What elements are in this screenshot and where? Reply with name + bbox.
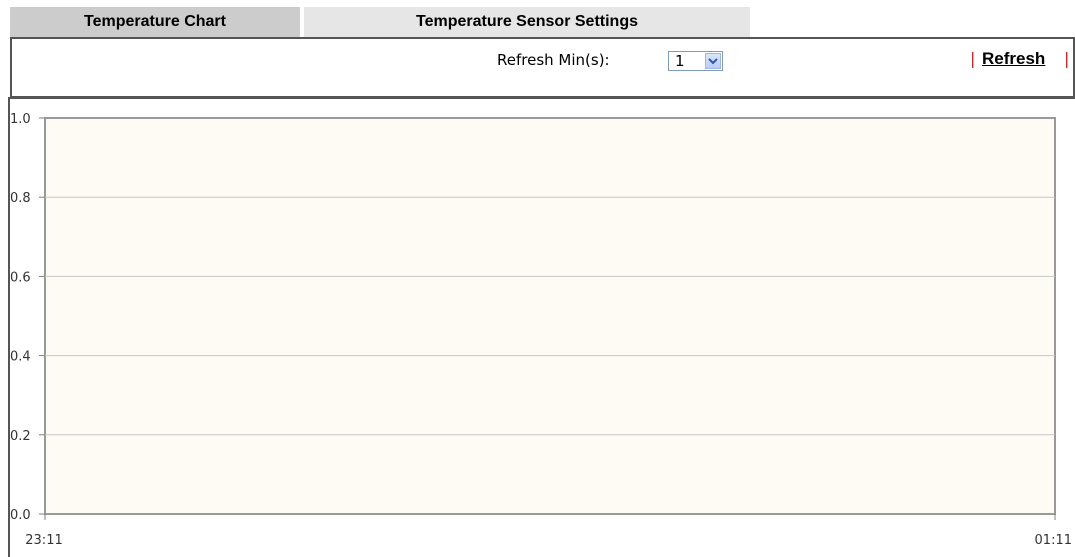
plot-area [44, 117, 1056, 515]
chart-canvas: 0.0 0.2 0.4 0.6 0.8 1.0 23:11 01:11 [10, 112, 1072, 548]
tab-temperature-sensor-settings[interactable]: Temperature Sensor Settings [304, 7, 750, 37]
tab-temperature-chart[interactable]: Temperature Chart [10, 7, 300, 37]
tab-bar: Temperature Chart Temperature Sensor Set… [10, 7, 750, 37]
y-tick-label: 0.6 [10, 270, 31, 285]
y-tick-label: 0.4 [10, 350, 31, 365]
chevron-down-icon[interactable] [705, 53, 721, 69]
y-tick-label: 1.0 [10, 112, 31, 127]
refresh-interval-value: 1 [675, 52, 685, 70]
separator: | [970, 49, 976, 68]
y-tick-label: 0.8 [10, 191, 31, 206]
refresh-toolbar: Refresh Min(s): 1 | Refresh | [10, 37, 1075, 98]
refresh-interval-label: Refresh Min(s): [497, 51, 610, 69]
y-tick-label: 0.2 [10, 429, 31, 444]
separator: | [1064, 49, 1070, 68]
refresh-interval-select[interactable]: 1 [668, 51, 723, 71]
temperature-chart: 0.0 0.2 0.4 0.6 0.8 1.0 23:11 01:11 [8, 97, 1075, 557]
refresh-link[interactable]: Refresh [982, 49, 1045, 69]
x-tick-label: 01:11 [1035, 533, 1072, 548]
y-tick-label: 0.0 [10, 508, 31, 523]
x-tick-label: 23:11 [25, 533, 62, 548]
